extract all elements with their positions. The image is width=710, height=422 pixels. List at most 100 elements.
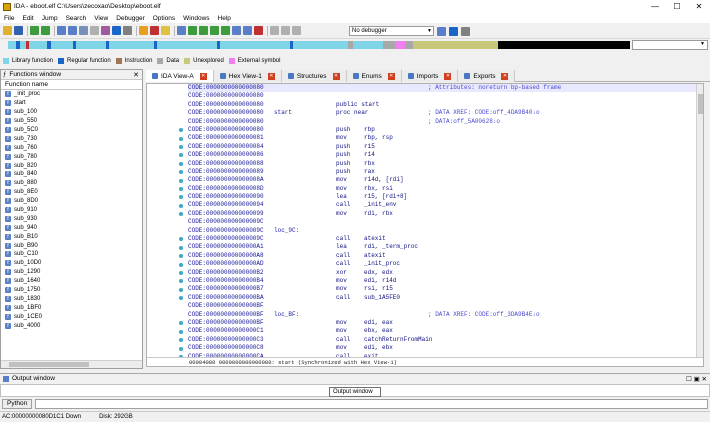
breakpoint-dot-icon[interactable] (179, 271, 183, 275)
disassembly-line[interactable]: CODE:00000000000000A8 call atexit (188, 252, 698, 260)
disassembly-line[interactable]: CODE:00000000000000B4 mov edi, r14d (188, 277, 698, 285)
disassembly-line[interactable]: CODE:00000000000000C1 mov ebx, eax (188, 327, 698, 335)
function-list-item[interactable]: f sub_550 (1, 117, 142, 126)
breakpoint-dot-icon[interactable] (179, 128, 183, 133)
breakpoint-dot-icon[interactable] (179, 212, 183, 217)
disassembly-line[interactable]: CODE:000000000000009C call atexit (188, 235, 698, 243)
function-list-item[interactable]: f sub_1640 (1, 277, 142, 286)
scrollbar-thumb[interactable] (698, 94, 703, 114)
stop-icon[interactable] (292, 26, 301, 35)
close-tab-icon[interactable]: ✕ (501, 72, 509, 80)
data-icon[interactable] (90, 26, 99, 35)
open-icon[interactable] (3, 26, 12, 35)
add-icon[interactable] (210, 26, 219, 35)
function-list-item[interactable]: f sub_5C0 (1, 126, 142, 135)
minimize-button[interactable]: — (644, 0, 666, 13)
disassembly-line[interactable]: CODE:0000000000000080 (188, 92, 698, 100)
disassembly-line[interactable]: CODE:00000000000000BF mov edi, eax (188, 319, 698, 327)
breakpoint-dot-icon[interactable] (179, 279, 183, 284)
function-list-item[interactable]: f sub_730 (1, 134, 142, 143)
string-icon[interactable] (101, 26, 110, 35)
disassembly-line[interactable]: CODE:00000000000000C3 call catchReturnFrom… (188, 336, 698, 344)
breakpoint-dot-icon[interactable] (179, 145, 183, 149)
disassembly-line[interactable]: CODE:0000000000000094 call _init_env (188, 201, 698, 209)
close-tab-icon[interactable]: ✕ (332, 72, 340, 80)
menu-help[interactable]: Help (214, 15, 235, 22)
binary-search-icon[interactable] (150, 26, 159, 35)
disassembly-line[interactable]: CODE:00000000000000BF (188, 302, 698, 310)
function-list-item[interactable]: f sub_940 (1, 223, 142, 232)
structure-icon[interactable] (232, 26, 241, 35)
breakpoint-dot-icon[interactable] (179, 161, 183, 166)
breakpoint-dot-icon[interactable] (179, 237, 183, 242)
search-icon[interactable] (139, 26, 148, 35)
text-search-icon[interactable] (161, 26, 170, 35)
close-window-button[interactable]: ✕ (688, 0, 710, 13)
disassembly-line[interactable]: CODE:00000000000000B7 mov rsi, r15 (188, 285, 698, 293)
back-icon[interactable] (30, 26, 39, 35)
disassembly-line[interactable]: CODE:0000000000000086 push r14 (188, 151, 698, 159)
breakpoint-dot-icon[interactable] (179, 329, 183, 334)
function-list-item[interactable]: f sub_8D0 (1, 197, 142, 206)
menu-debugger[interactable]: Debugger (112, 15, 149, 22)
menu-view[interactable]: View (90, 15, 112, 22)
segment-icon[interactable] (243, 26, 252, 35)
breakpoint-dot-icon[interactable] (179, 187, 183, 191)
function-list-item[interactable]: f sub_B90 (1, 241, 142, 250)
breakpoint-dot-icon[interactable] (179, 195, 183, 200)
disassembly-line[interactable]: CODE:0000000000000080 start proc near ; DAT… (188, 109, 698, 117)
xref-icon[interactable] (199, 26, 208, 35)
calls-icon[interactable] (221, 26, 230, 35)
function-list-item[interactable]: f sub_910 (1, 206, 142, 215)
close-tab-icon[interactable]: ✕ (444, 72, 452, 80)
close-tab-icon[interactable]: ✕ (267, 72, 275, 80)
function-list-item[interactable]: f sub_100 (1, 108, 142, 117)
function-list-item[interactable]: f start (1, 99, 142, 108)
breakpoint-dot-icon[interactable] (179, 346, 183, 351)
close-icon[interactable]: ✕ (133, 71, 139, 79)
navigation-bar[interactable] (8, 41, 630, 49)
disassembly-line[interactable]: CODE:0000000000000080 public start (188, 101, 698, 109)
function-list-item[interactable]: f sub_4000 (1, 321, 142, 330)
tab-hex-view-1[interactable]: Hex View-1 ✕ (213, 70, 282, 82)
horizontal-scrollbar[interactable] (1, 360, 142, 368)
disassembly-line[interactable]: CODE:00000000000000C8 mov edi, ebx (188, 344, 698, 352)
disassembly-line[interactable]: CODE:0000000000000080 ; DATA:off_5A00628↓… (188, 118, 698, 126)
scrollbar-thumb[interactable] (9, 362, 89, 367)
function-name-column-header[interactable]: Function name (1, 80, 142, 90)
breakpoint-dot-icon[interactable] (179, 178, 183, 183)
settings-icon[interactable] (461, 27, 470, 36)
paste-icon[interactable] (68, 26, 77, 35)
function-icon[interactable] (123, 26, 132, 35)
function-list-item[interactable]: f sub_1750 (1, 286, 142, 295)
disassembly-line[interactable]: CODE:00000000000000AD call _init_proc (188, 260, 698, 268)
debugger-options-icon[interactable] (437, 27, 446, 36)
tab-enums[interactable]: Enums ✕ (346, 70, 402, 82)
disassembly-line[interactable]: CODE:0000000000000089 push rax (188, 168, 698, 176)
function-list-item[interactable]: f sub_780 (1, 152, 142, 161)
breakpoint-dot-icon[interactable] (179, 254, 183, 259)
disassembly-line[interactable]: CODE:000000000000009C (188, 218, 698, 226)
function-list-item[interactable]: f sub_1290 (1, 268, 142, 277)
disassembly-line[interactable]: CODE:00000000000000B2 xor edx, edx (188, 269, 698, 277)
disassembly-line[interactable]: CODE:0000000000000099 mov rdi, rbx (188, 210, 698, 218)
function-list-item[interactable]: f sub_10D0 (1, 259, 142, 268)
disassembly-line[interactable]: CODE:0000000000000088 push rbx (188, 160, 698, 168)
close-tab-icon[interactable]: ✕ (199, 72, 207, 80)
function-list-item[interactable]: f sub_B10 (1, 232, 142, 241)
delete-icon[interactable] (254, 26, 263, 35)
function-list-item[interactable]: f sub_820 (1, 161, 142, 170)
function-list-item[interactable]: f sub_880 (1, 179, 142, 188)
breakpoint-dot-icon[interactable] (179, 170, 183, 175)
menu-search[interactable]: Search (62, 15, 91, 22)
breakpoint-dot-icon[interactable] (179, 153, 183, 158)
python-button[interactable]: Python (2, 399, 33, 409)
graph-icon[interactable] (177, 26, 186, 35)
disassembly-line[interactable]: CODE:00000000000000BA call sub_1A5FE0 (188, 294, 698, 302)
function-list-item[interactable]: f sub_930 (1, 214, 142, 223)
close-tab-icon[interactable]: ✕ (387, 72, 395, 80)
tab-structures[interactable]: Structures ✕ (281, 70, 347, 82)
breakpoint-dot-icon[interactable] (179, 296, 183, 301)
breakpoint-dot-icon[interactable] (179, 338, 183, 343)
breakpoint-dot-icon[interactable] (179, 245, 183, 250)
